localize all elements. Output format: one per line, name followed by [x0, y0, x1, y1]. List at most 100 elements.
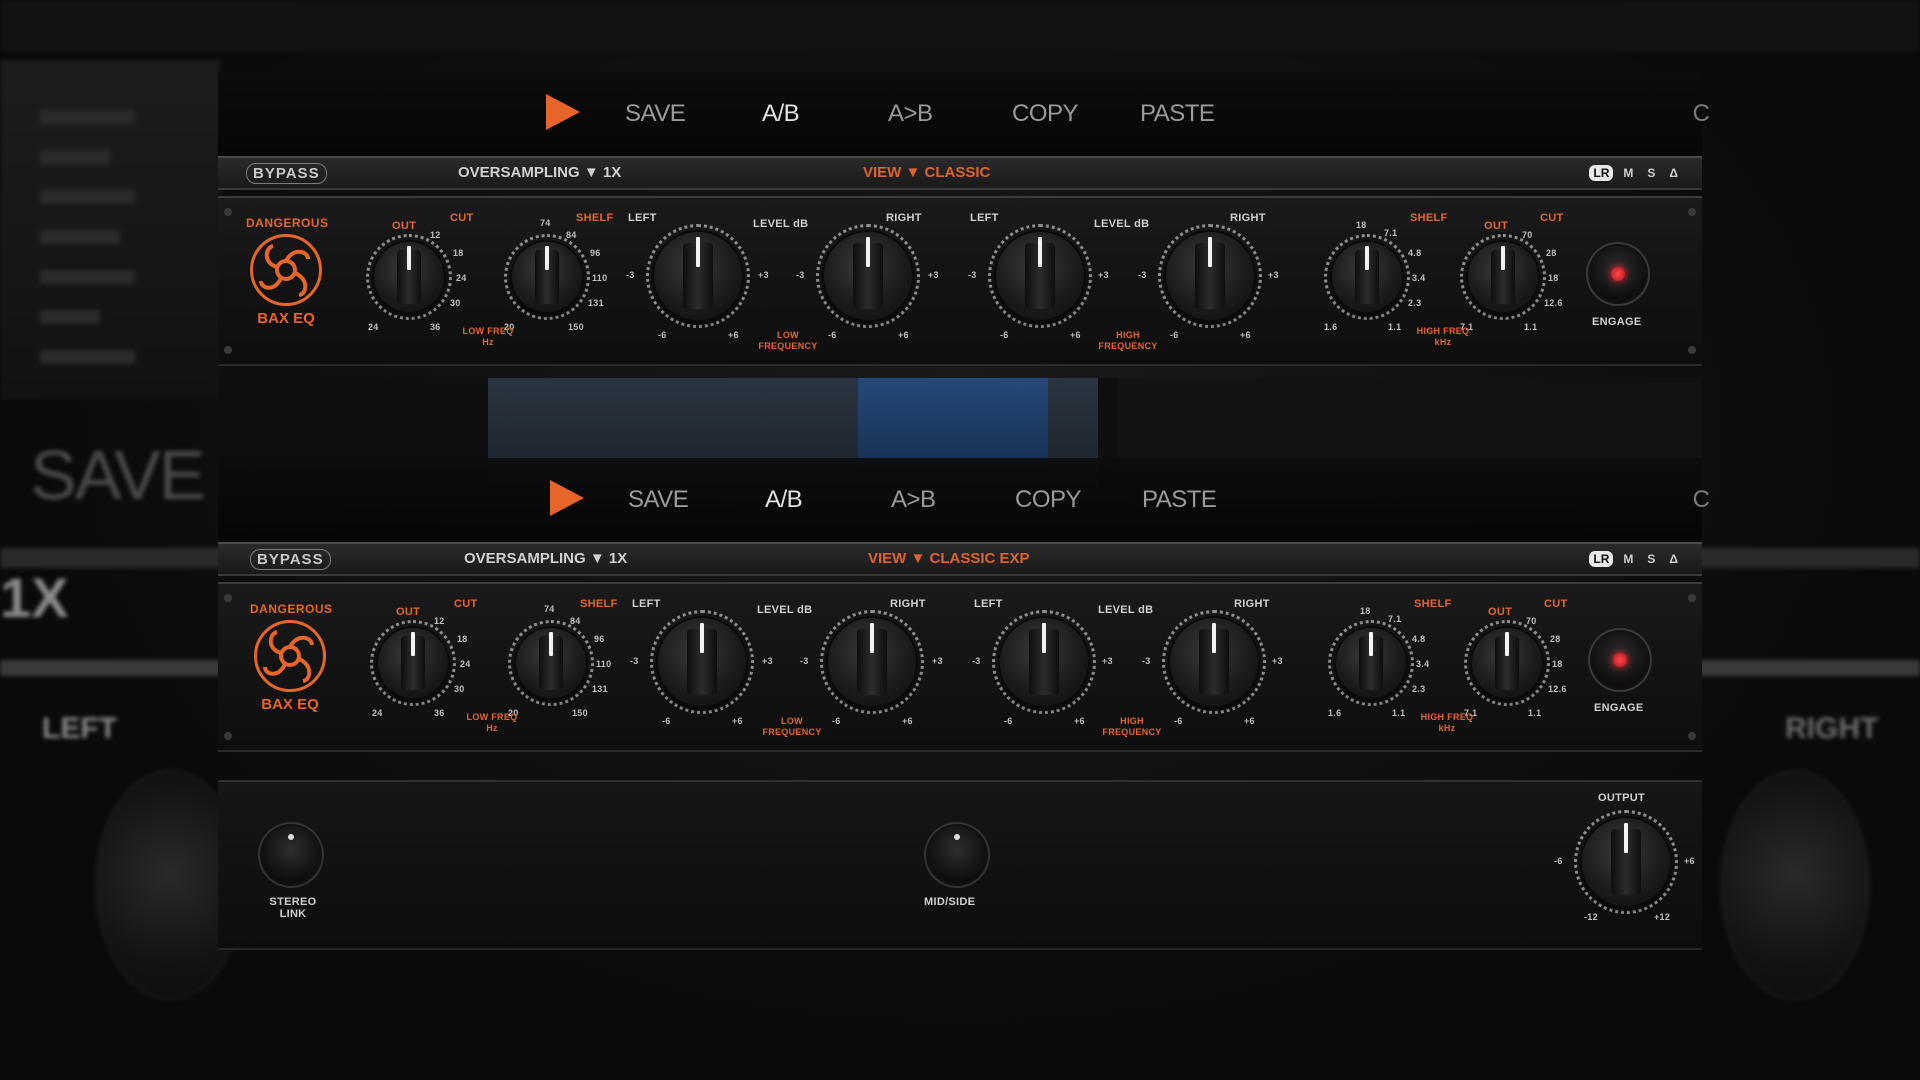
low-cut-label: CUT	[454, 598, 478, 610]
mode-delta-button[interactable]: Δ	[1665, 551, 1682, 567]
high-shelf-scale-3: 4.8	[1412, 634, 1426, 644]
high-left-scale-p6: +6	[1070, 330, 1081, 340]
paste-button[interactable]: PASTE	[1142, 486, 1217, 514]
view-dropdown[interactable]: VIEW ▼ CLASSIC	[863, 164, 990, 181]
low-right-level-knob[interactable]	[824, 232, 912, 320]
high-cut-knob[interactable]	[1472, 628, 1542, 698]
mode-m-button[interactable]: M	[1619, 165, 1637, 181]
low-left-scale-p3: +3	[758, 270, 769, 280]
plugin-window: SAVE 1X LEFT RIGHT SAVE A/B A>B COPY PAS…	[0, 0, 1920, 1080]
low-cut-knob[interactable]	[378, 628, 448, 698]
low-cut-scale-max: 36	[430, 322, 441, 332]
mode-s-button[interactable]: S	[1643, 551, 1659, 567]
stereo-link-text: STEREO	[269, 896, 317, 908]
low-shelf-knob[interactable]	[516, 628, 586, 698]
engage-led-icon	[1611, 267, 1625, 281]
oversampling-dropdown[interactable]: OVERSAMPLING ▼ 1X	[458, 164, 621, 181]
paste-button[interactable]: PASTE	[1140, 100, 1215, 128]
bg-save-text: SAVE	[30, 436, 206, 514]
save-button[interactable]: SAVE	[625, 100, 686, 128]
engage-button[interactable]	[1590, 246, 1646, 302]
high-frequency-label: HIGH FREQUENCY	[1088, 330, 1168, 352]
low-frequency-text-2: FREQUENCY	[758, 341, 818, 351]
view-dropdown[interactable]: VIEW ▼ CLASSIC EXP	[868, 550, 1030, 567]
low-shelf-scale-3: 96	[594, 634, 605, 644]
output-scale-p12: +12	[1654, 912, 1671, 922]
low-freq-text: LOW FREQ	[462, 326, 514, 336]
high-cut-scale-1: 70	[1526, 616, 1537, 626]
high-cut-scale-2: 28	[1550, 634, 1561, 644]
high-left-level-knob[interactable]	[996, 232, 1084, 320]
low-shelf-scale-4: 110	[592, 273, 608, 283]
high-left-scale-p3: +3	[1098, 270, 1109, 280]
brand-name: DANGEROUS	[250, 602, 333, 616]
copy-a-to-b-button[interactable]: A>B	[888, 100, 933, 128]
high-shelf-label: SHELF	[1414, 598, 1452, 610]
high-right-label: RIGHT	[1234, 598, 1270, 610]
high-out-label: OUT	[1484, 220, 1509, 232]
low-freq-unit: Hz	[482, 337, 494, 347]
high-shelf-scale-4: 3.4	[1412, 273, 1426, 283]
mode-lr-button[interactable]: LR	[1589, 551, 1614, 567]
high-cut-knob[interactable]	[1468, 242, 1538, 312]
low-cut-scale-30: 30	[454, 684, 465, 694]
low-shelf-scale-2: 84	[570, 616, 581, 626]
high-right-level-knob[interactable]	[1166, 232, 1254, 320]
low-cut-scale-18: 18	[453, 248, 464, 258]
ab-button[interactable]: A/B	[762, 100, 800, 128]
high-frequency-text: HIGH	[1120, 716, 1144, 726]
mode-delta-button[interactable]: Δ	[1665, 165, 1682, 181]
low-left-level-knob[interactable]	[654, 232, 742, 320]
high-left-level-knob[interactable]	[1000, 618, 1088, 706]
oversampling-dropdown[interactable]: OVERSAMPLING ▼ 1X	[464, 550, 627, 567]
toolbar-trailing-button[interactable]: C	[1693, 486, 1710, 514]
bg-oversampling-text: 1X	[0, 566, 69, 629]
high-right-level-knob[interactable]	[1170, 618, 1258, 706]
low-shelf-scale-5: 131	[592, 684, 608, 694]
copy-button[interactable]: COPY	[1012, 100, 1079, 128]
low-shelf-label: SHELF	[580, 598, 618, 610]
logo-emblem-icon	[254, 620, 326, 692]
save-button[interactable]: SAVE	[628, 486, 689, 514]
low-cut-scale-min: 24	[368, 322, 379, 332]
engage-button[interactable]	[1592, 632, 1648, 688]
eq-unit-1: SAVE A/B A>B COPY PASTE C BYPASS OVERSAM…	[218, 72, 1710, 366]
toolbar-trailing-button[interactable]: C	[1693, 100, 1710, 128]
copy-button[interactable]: COPY	[1015, 486, 1082, 514]
low-right-scale-m3: -3	[800, 656, 809, 666]
play-icon[interactable]	[546, 94, 580, 130]
mode-m-button[interactable]: M	[1619, 551, 1637, 567]
high-frequency-text-2: FREQUENCY	[1102, 727, 1162, 737]
copy-a-to-b-button[interactable]: A>B	[891, 486, 936, 514]
low-right-level-knob[interactable]	[828, 618, 916, 706]
mode-lr-button[interactable]: LR	[1589, 165, 1614, 181]
high-shelf-knob[interactable]	[1332, 242, 1402, 312]
ab-button[interactable]: A/B	[765, 486, 803, 514]
low-freq-label: LOW FREQ Hz	[452, 712, 532, 734]
low-level-label: LEVEL dB	[753, 218, 809, 230]
high-frequency-label: HIGH FREQUENCY	[1092, 716, 1172, 738]
high-cut-scale-3: 18	[1552, 659, 1563, 669]
output-knob[interactable]	[1582, 818, 1670, 906]
bypass-button[interactable]: BYPASS	[250, 549, 331, 570]
low-cut-knob[interactable]	[374, 242, 444, 312]
bg-left-panel	[0, 60, 220, 400]
mode-s-button[interactable]: S	[1643, 165, 1659, 181]
low-shelf-knob[interactable]	[512, 242, 582, 312]
play-icon[interactable]	[550, 480, 584, 516]
low-right-scale-p3: +3	[932, 656, 943, 666]
logo-emblem-icon	[250, 234, 322, 306]
low-left-scale-p6: +6	[732, 716, 743, 726]
high-right-scale-p6: +6	[1240, 330, 1251, 340]
bypass-button[interactable]: BYPASS	[246, 163, 327, 184]
high-shelf-knob[interactable]	[1336, 628, 1406, 698]
low-right-label: RIGHT	[890, 598, 926, 610]
high-right-scale-p3: +3	[1272, 656, 1283, 666]
output-scale-m12: -12	[1584, 912, 1598, 922]
high-right-scale-m3: -3	[1138, 270, 1147, 280]
low-left-level-knob[interactable]	[658, 618, 746, 706]
high-left-scale-m6: -6	[1004, 716, 1013, 726]
high-frequency-text-2: FREQUENCY	[1098, 341, 1158, 351]
stereo-link-switch[interactable]	[262, 826, 320, 884]
mid-side-switch[interactable]	[928, 826, 986, 884]
